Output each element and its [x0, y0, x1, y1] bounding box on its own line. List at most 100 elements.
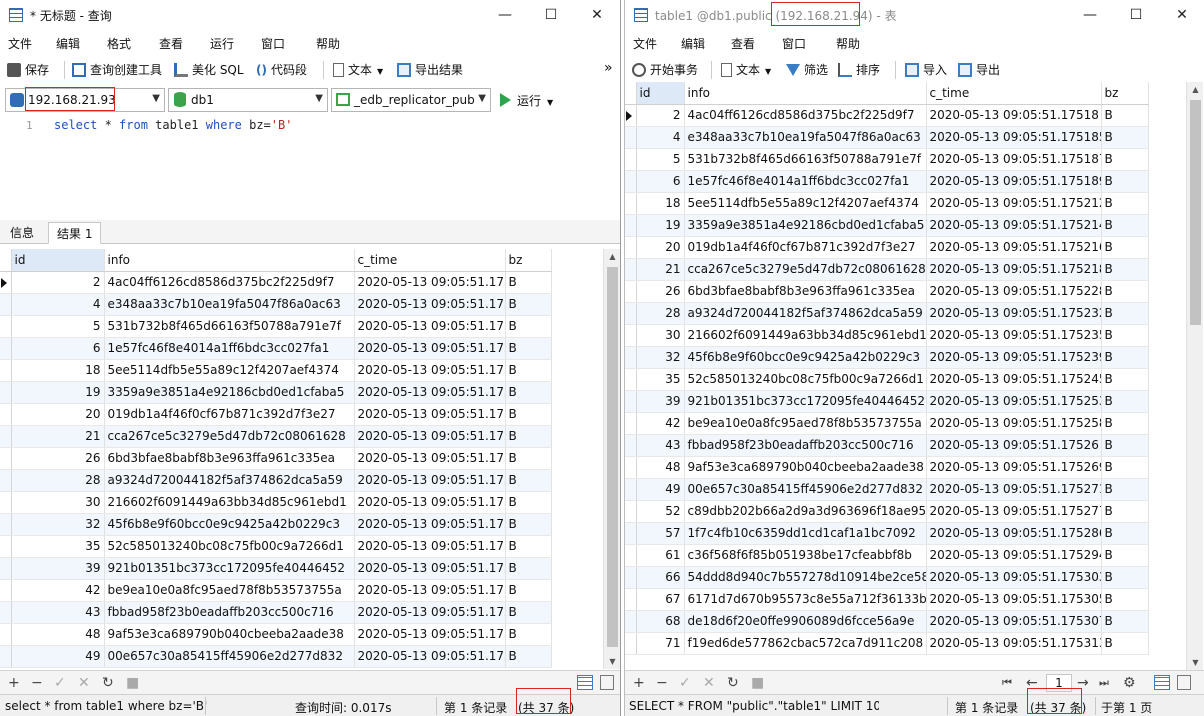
cell-id[interactable]: 5 — [636, 148, 685, 171]
cell-c-time[interactable]: 2020-05-13 09:05:51.175277 — [926, 500, 1102, 523]
sort-button[interactable]: 排序 — [838, 61, 880, 79]
export-result-button[interactable]: 导出结果 — [397, 61, 463, 79]
cell-c-time[interactable]: 2020-05-13 09:05:51.1752 — [354, 601, 506, 624]
export-button[interactable]: 导出 — [958, 61, 1000, 79]
cell-c-time[interactable]: 2020-05-13 09:05:51.1751 — [354, 271, 506, 294]
cell-info[interactable]: be9ea10e0a8fc95aed78f8b53573755a — [684, 412, 927, 435]
table-vertical-scrollbar[interactable]: ▲ ▼ — [1186, 82, 1203, 670]
cell-id[interactable]: 48 — [636, 456, 685, 479]
cell-info[interactable]: 3359a9e3851a4e92186cbd0ed1cfaba5 — [684, 214, 927, 237]
cell-info[interactable]: 216602f6091449a63bb34d85c961ebd1 — [104, 491, 355, 514]
minimize-button[interactable]: — — [482, 0, 528, 30]
table-row[interactable]: 18 5ee5114dfb5e55a89c12f4207aef4374 2020-0… — [0, 359, 552, 382]
cell-c-time[interactable]: 2020-05-13 09:05:51.1752 — [354, 579, 506, 602]
cell-id[interactable]: 6 — [636, 170, 685, 193]
cell-info[interactable]: e348aa33c7b10ea19fa5047f86a0ac63 — [104, 293, 355, 316]
cell-info[interactable]: 921b01351bc373cc172095fe40446452 — [104, 557, 355, 580]
cell-info[interactable]: c89dbb202b66a2d9a3d963696f18ae95 — [684, 500, 927, 523]
cell-id[interactable]: 48 — [11, 623, 105, 646]
filter-button[interactable]: 筛选 — [786, 61, 828, 79]
cell-info[interactable]: 52c585013240bc08c75fb00c9a7266d1 — [684, 368, 927, 391]
cell-bz[interactable]: B — [505, 293, 552, 316]
table-row[interactable]: 57 1f7c4fb10c6359dd1cd1caf1a1bc7092 2020-0… — [625, 522, 1149, 545]
table-row[interactable]: 67 6171d7d670b95573c8e55a712f36133b 2020-0… — [625, 588, 1149, 611]
cell-c-time[interactable]: 2020-05-13 09:05:51.1752 — [354, 381, 506, 404]
stop-button[interactable]: ■ — [751, 674, 764, 692]
result-grid[interactable]: id info c_time bz 2 4ac04ff6126cd8586d375… — [0, 249, 603, 669]
column-header-info[interactable]: info — [684, 82, 927, 105]
cell-info[interactable]: 4ac04ff6126cd8586d375bc2f225d9f7 — [104, 271, 355, 294]
table-row[interactable]: 20 019db1a4f46f0cf67b871c392d7f3e27 2020-0… — [0, 403, 552, 426]
menu-help[interactable]: 帮助 — [836, 35, 860, 52]
table-row[interactable]: 42 be9ea10e0a8fc95aed78f8b53573755a 2020-0… — [625, 412, 1149, 435]
row-indicator[interactable] — [0, 513, 12, 536]
row-indicator[interactable] — [625, 456, 637, 479]
close-button[interactable]: ✕ — [1159, 0, 1204, 30]
menu-view[interactable]: 查看 — [159, 35, 183, 52]
last-page-button[interactable]: ⏭ — [1099, 674, 1109, 692]
cell-bz[interactable]: B — [1101, 390, 1149, 413]
apply-changes-button[interactable]: ✓ — [54, 674, 66, 692]
row-indicator[interactable] — [625, 566, 637, 589]
cell-bz[interactable]: B — [1101, 588, 1149, 611]
cell-info[interactable]: 6bd3bfae8babf8b3e963ffa961c335ea — [684, 280, 927, 303]
cell-c-time[interactable]: 2020-05-13 09:05:51.175305 — [926, 588, 1102, 611]
menu-view[interactable]: 查看 — [731, 35, 755, 52]
cell-id[interactable]: 32 — [11, 513, 105, 536]
row-indicator[interactable] — [625, 214, 637, 237]
column-header-id[interactable]: id — [636, 82, 685, 105]
row-indicator[interactable] — [625, 368, 637, 391]
cell-id[interactable]: 2 — [636, 104, 685, 127]
cell-c-time[interactable]: 2020-05-13 09:05:51.175269 — [926, 456, 1102, 479]
cell-id[interactable]: 49 — [636, 478, 685, 501]
cell-bz[interactable]: B — [1101, 610, 1149, 633]
cell-c-time[interactable]: 2020-05-13 09:05:51.175253 — [926, 390, 1102, 413]
cell-id[interactable]: 26 — [636, 280, 685, 303]
cell-info[interactable]: 9af53e3ca689790b040cbeeba2aade38 — [684, 456, 927, 479]
table-row[interactable]: 30 216602f6091449a63bb34d85c961ebd1 2020-0… — [625, 324, 1149, 347]
table-row[interactable]: 4 e348aa33c7b10ea19fa5047f86a0ac63 2020-05… — [625, 126, 1149, 149]
row-indicator[interactable] — [625, 346, 637, 369]
cell-bz[interactable]: B — [505, 469, 552, 492]
row-indicator[interactable] — [625, 104, 637, 127]
cell-info[interactable]: c36f568f6f85b051938be17cfeabbf8b — [684, 544, 927, 567]
row-indicator[interactable] — [625, 434, 637, 457]
cell-id[interactable]: 71 — [636, 632, 685, 655]
row-indicator[interactable] — [0, 645, 12, 668]
row-indicator[interactable] — [0, 315, 12, 338]
cell-bz[interactable]: B — [1101, 170, 1149, 193]
table-row[interactable]: 30 216602f6091449a63bb34d85c961ebd1 2020-0… — [0, 491, 552, 514]
cell-c-time[interactable]: 2020-05-13 09:05:51.175228 — [926, 280, 1102, 303]
table-row[interactable]: 42 be9ea10e0a8fc95aed78f8b53573755a 2020-0… — [0, 579, 552, 602]
cell-bz[interactable]: B — [505, 491, 552, 514]
cell-bz[interactable]: B — [505, 381, 552, 404]
row-indicator[interactable] — [0, 557, 12, 580]
cell-id[interactable]: 52 — [636, 500, 685, 523]
cell-bz[interactable]: B — [1101, 544, 1149, 567]
snippet-button[interactable]: () 代码段 — [256, 61, 307, 79]
table-row[interactable]: 43 fbbad958f23b0eadaffb203cc500c716 2020-0… — [0, 601, 552, 624]
row-indicator[interactable] — [625, 522, 637, 545]
cell-c-time[interactable]: 2020-05-13 09:05:51.1752 — [354, 403, 506, 426]
cell-info[interactable]: 00e657c30a85415ff45906e2d277d832 — [104, 645, 355, 668]
column-header-c-time[interactable]: c_time — [926, 82, 1102, 105]
row-indicator[interactable] — [625, 544, 637, 567]
table-row[interactable]: 48 9af53e3ca689790b040cbeeba2aade38 2020-0… — [0, 623, 552, 646]
cell-bz[interactable]: B — [1101, 148, 1149, 171]
cell-c-time[interactable]: 2020-05-13 09:05:51.175303 — [926, 566, 1102, 589]
add-record-button[interactable]: + — [8, 674, 20, 692]
cell-info[interactable]: 5ee5114dfb5e55a89c12f4207aef4374 — [104, 359, 355, 382]
row-indicator[interactable] — [625, 148, 637, 171]
cell-info[interactable]: 921b01351bc373cc172095fe40446452 — [684, 390, 927, 413]
delete-record-button[interactable]: − — [656, 674, 668, 692]
cell-info[interactable]: f19ed6de577862cbac572ca7d911c208 — [684, 632, 927, 655]
cell-id[interactable]: 20 — [636, 236, 685, 259]
row-indicator[interactable] — [625, 588, 637, 611]
cell-id[interactable]: 30 — [11, 491, 105, 514]
cell-bz[interactable]: B — [1101, 368, 1149, 391]
cell-bz[interactable]: B — [1101, 192, 1149, 215]
row-indicator[interactable] — [0, 579, 12, 602]
table-row[interactable]: 2 4ac04ff6126cd8586d375bc2f225d9f7 2020-05… — [625, 104, 1149, 127]
cell-info[interactable]: 3359a9e3851a4e92186cbd0ed1cfaba5 — [104, 381, 355, 404]
cell-id[interactable]: 21 — [11, 425, 105, 448]
